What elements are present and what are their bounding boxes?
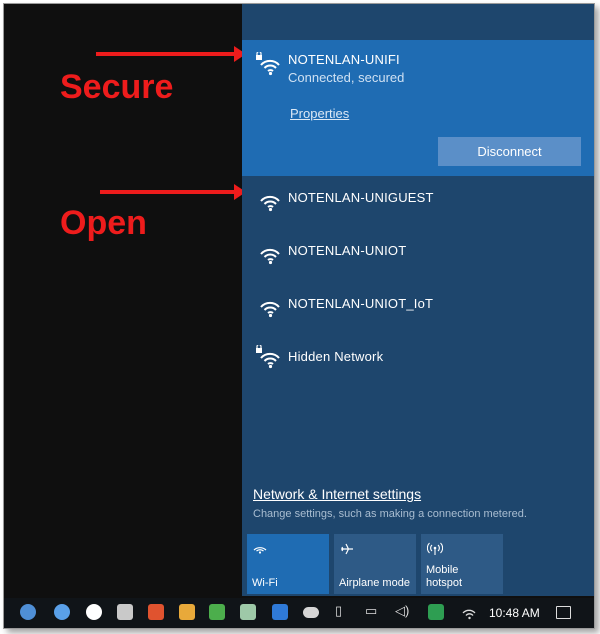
usb-icon[interactable]: ▯ xyxy=(335,603,342,619)
network-item-uniot-iot[interactable]: NOTENLAN-UNIOT_IoT xyxy=(242,284,594,328)
image-icon[interactable] xyxy=(240,604,256,620)
app-icon-1[interactable] xyxy=(20,604,36,620)
battery-icon[interactable]: ▭ xyxy=(365,603,377,619)
network-name: NOTENLAN-UNIOT_IoT xyxy=(288,296,434,311)
secure-arrow xyxy=(96,46,246,62)
network-item-uniot[interactable]: NOTENLAN-UNIOT xyxy=(242,231,594,275)
properties-link[interactable]: Properties xyxy=(290,106,349,121)
app-icon-5[interactable] xyxy=(148,604,164,620)
network-settings-description: Change settings, such as making a connec… xyxy=(253,508,527,520)
quick-action-airplane-mode[interactable]: Airplane mode xyxy=(334,534,416,594)
app-icon-4[interactable] xyxy=(117,604,133,620)
wifi-icon xyxy=(255,294,281,318)
connection-status: Connected, secured xyxy=(288,70,405,85)
network-flyout: NOTENLAN-UNIFI Connected, secured Proper… xyxy=(242,4,594,596)
quick-action-label: Mobile hotspot xyxy=(426,564,463,589)
taskbar-clock[interactable]: 10:48 AM xyxy=(489,606,540,620)
network-tray-icon[interactable] xyxy=(460,604,476,620)
hotspot-icon xyxy=(426,542,444,559)
quick-action-label: Airplane mode xyxy=(339,577,410,589)
connected-network-name: NOTENLAN-UNIFI xyxy=(288,52,400,67)
connected-network[interactable]: NOTENLAN-UNIFI Connected, secured Proper… xyxy=(242,40,594,176)
security-shield-icon[interactable] xyxy=(428,604,444,620)
wifi-icon xyxy=(255,241,281,265)
discord-icon[interactable] xyxy=(86,604,102,620)
network-name: NOTENLAN-UNIGUEST xyxy=(288,190,434,205)
network-name: NOTENLAN-UNIOT xyxy=(288,243,407,258)
open-arrow xyxy=(100,184,246,200)
quick-action-wifi[interactable]: Wi-Fi xyxy=(247,534,329,594)
airplane-icon xyxy=(340,542,354,559)
dropbox-icon[interactable] xyxy=(272,604,288,620)
secure-annotation: Secure xyxy=(60,68,174,106)
open-annotation: Open xyxy=(60,204,147,242)
secured-wifi-icon xyxy=(255,52,281,76)
app-icon-2[interactable] xyxy=(54,604,70,620)
quick-action-label: Wi-Fi xyxy=(252,577,278,589)
cloud-icon[interactable] xyxy=(303,607,319,618)
disconnect-button[interactable]: Disconnect xyxy=(438,137,581,166)
network-item-hidden[interactable]: Hidden Network xyxy=(242,337,594,381)
network-item-uniguest[interactable]: NOTENLAN-UNIGUEST xyxy=(242,178,594,222)
taskbar: ▯ ▭ ◁) 10:48 AM xyxy=(4,598,594,628)
secured-wifi-icon xyxy=(255,345,281,369)
clipboard-icon[interactable] xyxy=(179,604,195,620)
action-center-icon[interactable] xyxy=(556,606,571,619)
network-name: Hidden Network xyxy=(288,349,384,364)
wifi-icon xyxy=(253,542,267,557)
quick-action-mobile-hotspot[interactable]: Mobile hotspot xyxy=(421,534,503,594)
volume-icon[interactable]: ◁) xyxy=(395,603,409,619)
network-settings-link[interactable]: Network & Internet settings xyxy=(253,486,421,502)
app-icon-7[interactable] xyxy=(209,604,225,620)
wifi-icon xyxy=(255,188,281,212)
screenshot-frame: Secure Open NOTENLAN-UNIFI Connected, se… xyxy=(3,3,595,629)
